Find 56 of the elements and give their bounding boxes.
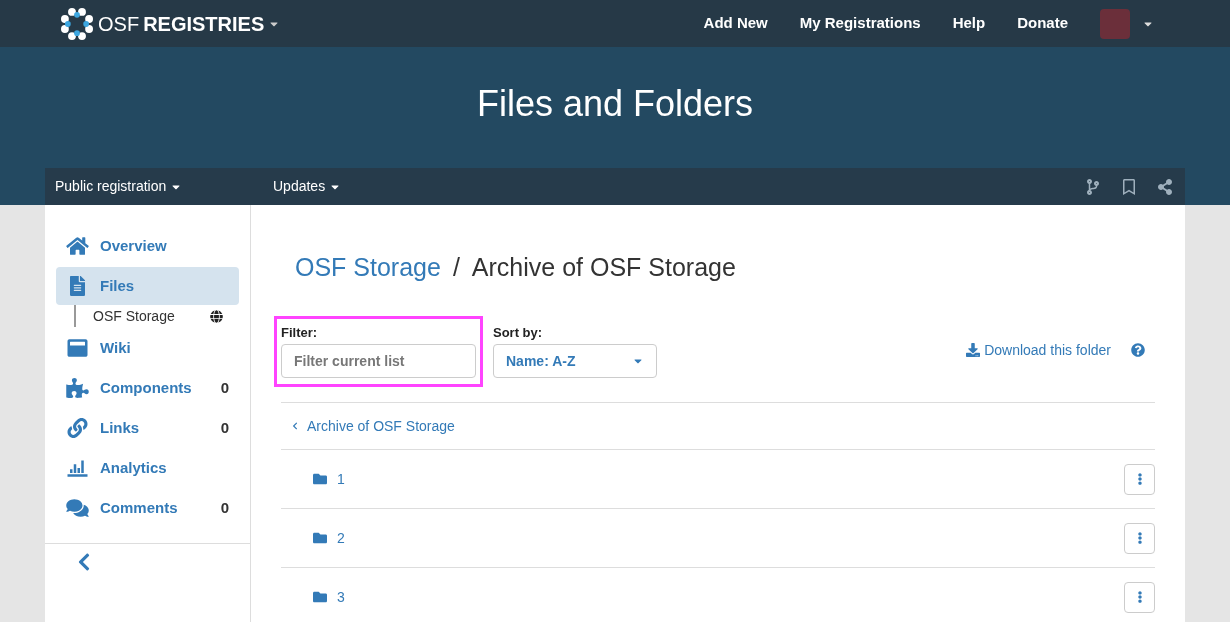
collapse-icon[interactable] xyxy=(77,552,91,572)
sidebar-item[interactable]: Components 0 xyxy=(56,369,239,407)
folder-icon xyxy=(313,590,327,604)
sidebar-label: Overview xyxy=(100,235,167,256)
window-icon xyxy=(66,338,89,358)
item-count: 0 xyxy=(220,377,229,398)
sidebar-item[interactable]: Analytics xyxy=(56,449,239,487)
nav-link[interactable]: Donate xyxy=(1017,12,1068,35)
download-icon xyxy=(966,343,981,357)
sidebar-label: Wiki xyxy=(100,337,131,358)
link-icon xyxy=(66,418,89,438)
folder-link[interactable]: 3 xyxy=(313,586,345,608)
nav-link[interactable]: Add New xyxy=(703,12,768,35)
folder-icon xyxy=(313,531,327,545)
sidebar-label: Files xyxy=(100,275,135,296)
sidebar-label: Analytics xyxy=(100,457,167,478)
sidebar-label: Comments xyxy=(100,497,178,518)
breadcrumb-current: Archive of OSF Storage xyxy=(471,252,736,283)
bookmark-icon[interactable] xyxy=(1121,178,1137,195)
fork-icon[interactable] xyxy=(1085,178,1101,195)
sidebar-item[interactable]: Comments 0 xyxy=(56,489,239,527)
breadcrumb-link[interactable]: OSF Storage xyxy=(295,249,441,287)
folder-link[interactable]: 1 xyxy=(313,468,345,490)
sort-dropdown[interactable]: Name: A-Z xyxy=(493,344,657,378)
sidebar-item[interactable]: Wiki xyxy=(56,329,239,367)
comments-icon xyxy=(66,498,89,518)
share-icon[interactable] xyxy=(1157,178,1173,195)
sidebar-subitem[interactable]: OSF Storage xyxy=(74,305,239,327)
sidebar-label: Components xyxy=(100,377,192,398)
logo-icon xyxy=(60,6,94,41)
brand-link[interactable]: OSF REGISTRIES xyxy=(60,6,281,41)
nav-link[interactable]: My Registrations xyxy=(799,12,921,35)
sort-label: Sort by: xyxy=(493,323,544,342)
breadcrumb-separator: / xyxy=(452,252,460,283)
page-title: Files and Folders xyxy=(476,81,754,126)
subnav-dropdown[interactable]: Updates xyxy=(273,176,342,197)
sidebar-label: Links xyxy=(100,417,140,438)
puzzle-icon xyxy=(66,378,89,398)
folder-link[interactable]: 2 xyxy=(313,527,345,549)
item-count: 0 xyxy=(220,417,229,438)
filter-input[interactable]: Filter current list xyxy=(281,344,476,378)
sidebar-item[interactable]: Overview xyxy=(56,227,239,265)
globe-icon xyxy=(210,309,223,323)
folder-icon xyxy=(313,472,327,486)
help-icon[interactable] xyxy=(1131,343,1145,357)
parent-folder-link[interactable]: Archive of OSF Storage xyxy=(281,403,1155,450)
sidebar-item[interactable]: Links 0 xyxy=(56,409,239,447)
home-icon xyxy=(66,236,89,256)
filter-label: Filter: xyxy=(281,323,319,342)
nav-link[interactable]: Help xyxy=(952,12,986,35)
bar-chart-icon xyxy=(66,458,89,478)
subnav-dropdown[interactable]: Public registration xyxy=(55,176,273,197)
download-link[interactable]: Download this folder xyxy=(966,339,1111,361)
avatar-icon xyxy=(1100,8,1130,39)
chevron-left-icon xyxy=(291,422,299,430)
item-count: 0 xyxy=(220,497,229,518)
